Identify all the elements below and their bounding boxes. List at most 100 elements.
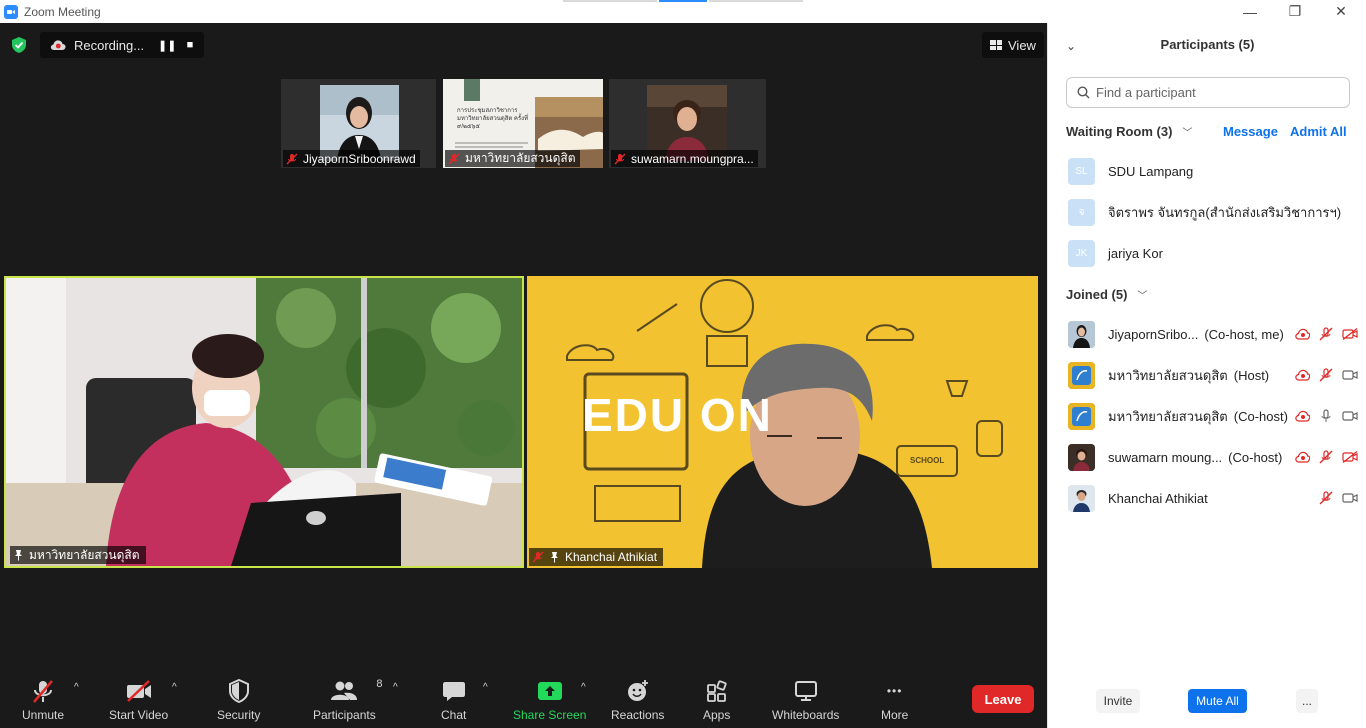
video-thumbnail[interactable]: JiyapornSriboonrawd <box>281 79 436 168</box>
joined-participant-row[interactable]: suwamarn moung... (Co-host) <box>1068 443 1358 471</box>
participants-label: Participants <box>313 708 376 722</box>
video-options-caret[interactable]: ^ <box>172 682 177 693</box>
window-title: Zoom Meeting <box>24 4 101 19</box>
cloud-recording-icon <box>50 40 66 50</box>
more-button[interactable]: ••• More <box>881 678 908 722</box>
participant-name: JiyapornSribo... <box>1108 326 1199 342</box>
minimize-button[interactable]: — <box>1227 0 1273 23</box>
mic-muted-icon <box>33 680 53 703</box>
chat-options-caret[interactable]: ^ <box>483 682 488 693</box>
more-label: More <box>881 708 909 722</box>
recording-indicator[interactable]: Recording... ❚❚ ■ <box>40 32 204 58</box>
mic-muted-icon <box>1318 449 1334 465</box>
video-on-icon <box>1342 490 1358 506</box>
start-video-button[interactable]: Start Video <box>109 678 168 722</box>
leave-button[interactable]: Leave <box>972 685 1034 713</box>
avatar: จ <box>1068 198 1095 226</box>
participant-name-tag: suwamarn.moungpra... <box>611 150 758 167</box>
joined-participant-row[interactable]: มหาวิทยาลัยสวนดุสิต (Host) <box>1068 361 1358 389</box>
mic-on-icon <box>1318 408 1334 424</box>
meeting-status-bar: Recording... ❚❚ ■ <box>10 32 204 58</box>
unmute-button[interactable]: Unmute <box>22 678 64 722</box>
waiting-room-label: Waiting Room (3) <box>1066 124 1173 139</box>
participant-video-tile[interactable]: EDU ON SCHOOL Khanchai Athikiat <box>527 276 1038 568</box>
whiteboards-button[interactable]: Whiteboards <box>772 678 839 722</box>
close-window-button[interactable]: ✕ <box>1318 0 1364 23</box>
participant-search-box[interactable] <box>1066 77 1350 108</box>
panel-more-button[interactable]: ... <box>1296 689 1318 713</box>
share-screen-label: Share Screen <box>513 708 587 722</box>
avatar <box>1068 320 1095 348</box>
participant-name: มหาวิทยาลัยสวนดุสิต <box>465 151 576 165</box>
video-thumbnail[interactable]: suwamarn.moungpra... <box>609 79 766 168</box>
admit-all-link[interactable]: Admit All <box>1290 124 1347 139</box>
background-school-text: SCHOOL <box>910 456 945 465</box>
encryption-shield-icon[interactable] <box>10 35 28 55</box>
mute-all-button[interactable]: Mute All <box>1188 689 1247 713</box>
participant-search-input[interactable] <box>1096 85 1336 100</box>
participant-video-feed <box>6 278 522 566</box>
video-off-icon <box>1342 449 1358 465</box>
video-off-icon <box>1342 326 1358 342</box>
share-screen-button[interactable]: Share Screen <box>513 678 586 722</box>
panel-title: Participants (5) <box>1160 37 1255 52</box>
whiteboard-icon <box>794 681 817 701</box>
video-off-icon <box>126 680 151 702</box>
participant-name: suwamarn moung... <box>1108 449 1223 465</box>
waiting-participant-row[interactable]: JK jariya Kor <box>1068 239 1358 267</box>
video-on-icon <box>1342 367 1358 383</box>
slide-title-text: การประชุมสภาวิชาการ มหาวิทยาลัยสวนดุสิต … <box>457 108 529 130</box>
chat-button[interactable]: Chat <box>441 678 466 722</box>
joined-header[interactable]: Joined (5) ﹀ <box>1066 287 1147 302</box>
participants-button[interactable]: 8 Participants <box>313 678 382 722</box>
reactions-button[interactable]: Reactions <box>611 678 664 722</box>
view-button[interactable]: View <box>982 32 1044 58</box>
share-options-caret[interactable]: ^ <box>581 682 586 693</box>
video-thumbnail[interactable]: การประชุมสภาวิชาการ มหาวิทยาลัยสวนดุสิต … <box>443 79 603 168</box>
security-label: Security <box>217 708 261 722</box>
pause-recording-button[interactable]: ❚❚ <box>158 39 176 52</box>
start-video-label: Start Video <box>109 708 169 722</box>
waiting-participant-row[interactable]: จ จิตราพร จันทรกูล(สำนักส่งเสริมวิชาการฯ… <box>1068 198 1358 226</box>
joined-participant-row[interactable]: Khanchai Athikiat <box>1068 484 1358 512</box>
mic-muted-icon <box>286 152 298 165</box>
security-button[interactable]: Security <box>217 678 260 722</box>
waiting-participant-row[interactable]: SL SDU Lampang <box>1068 157 1358 185</box>
joined-participant-row[interactable]: JiyapornSribo... (Co-host, me) <box>1068 320 1358 348</box>
more-dots-icon: ••• <box>886 684 903 698</box>
background-edu-text: EDU ON <box>582 389 773 441</box>
recording-label: Recording... <box>74 37 145 53</box>
audio-options-caret[interactable]: ^ <box>74 682 79 693</box>
chevron-down-icon: ﹀ <box>1137 291 1148 302</box>
unmute-label: Unmute <box>22 708 65 722</box>
smiley-add-icon <box>627 680 648 701</box>
participant-name: Khanchai Athikiat <box>565 550 658 564</box>
stop-recording-button[interactable]: ■ <box>184 39 196 51</box>
participant-name-tag: Khanchai Athikiat <box>529 548 664 566</box>
active-speaker-tile[interactable]: มหาวิทยาลัยสวนดุสิต <box>4 276 524 568</box>
whiteboards-label: Whiteboards <box>772 708 840 722</box>
message-waiting-room-link[interactable]: Message <box>1223 124 1278 139</box>
recording-icon <box>1294 326 1310 342</box>
participant-name: jariya Kor <box>1108 245 1163 261</box>
participant-name: JiyapornSriboonrawd <box>303 151 416 166</box>
participants-icon <box>331 681 358 700</box>
reactions-label: Reactions <box>611 708 665 722</box>
participants-options-caret[interactable]: ^ <box>393 682 398 693</box>
video-on-icon <box>1342 408 1358 424</box>
joined-participant-row[interactable]: มหาวิทยาลัยสวนดุสิต (Co-host) <box>1068 402 1358 430</box>
mic-muted-icon <box>1318 367 1334 383</box>
mic-muted-icon <box>448 152 460 165</box>
participants-count: 8 <box>376 678 383 690</box>
invite-button[interactable]: Invite <box>1096 689 1140 713</box>
restore-button[interactable]: ❐ <box>1272 0 1318 23</box>
participant-role: (Host) <box>1233 367 1270 383</box>
apps-button[interactable]: Apps <box>703 678 730 722</box>
chevron-down-icon: ﹀ <box>1182 128 1193 139</box>
window-tab-indicators <box>563 0 805 2</box>
participant-name: จิตราพร จันทรกูล(สำนักส่งเสริมวิชาการฯ) <box>1108 204 1342 220</box>
participant-name: SDU Lampang <box>1108 163 1194 179</box>
waiting-room-header[interactable]: Waiting Room (3) ﹀ <box>1066 124 1192 139</box>
participant-role: (Co-host, me) <box>1204 326 1284 342</box>
meeting-toolbar: Unmute ^ Start Video ^ Security 8 Partic… <box>0 670 1047 728</box>
